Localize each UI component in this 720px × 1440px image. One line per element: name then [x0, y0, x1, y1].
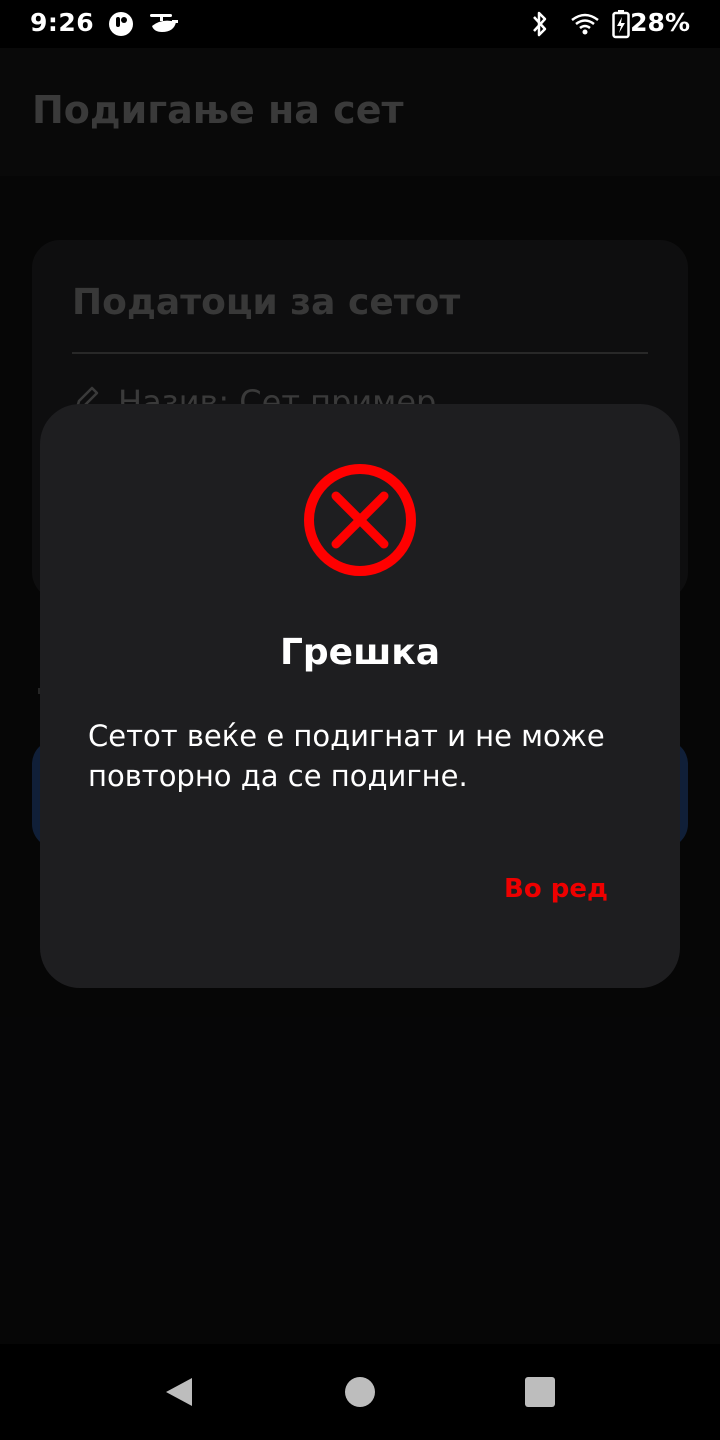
- back-icon[interactable]: [162, 1376, 194, 1412]
- status-time: 9:26: [30, 8, 95, 37]
- bluetooth-icon: [530, 10, 550, 42]
- drone-icon: [148, 12, 180, 40]
- recents-icon[interactable]: [524, 1376, 556, 1412]
- home-icon[interactable]: [344, 1376, 376, 1412]
- error-x-circle-icon: [302, 462, 418, 578]
- screen: 9:26 28% Подигање на сет Податоци за сет…: [0, 0, 720, 1440]
- ok-button[interactable]: Во ред: [504, 874, 608, 904]
- dialog-message: Сетот веќе е подигнат и не може повторно…: [88, 719, 605, 793]
- dialog-title: Грешка: [279, 632, 441, 673]
- status-bar: 9:26 28%: [0, 0, 720, 48]
- error-dialog: Грешка Сетот веќе е подигнат и не може п…: [40, 404, 680, 988]
- navigation-bar: [0, 1344, 720, 1440]
- battery-percent: 28%: [630, 8, 690, 37]
- wifi-icon: [570, 12, 600, 40]
- app-notification-icon: [108, 11, 134, 41]
- battery-charging-icon: [611, 9, 631, 43]
